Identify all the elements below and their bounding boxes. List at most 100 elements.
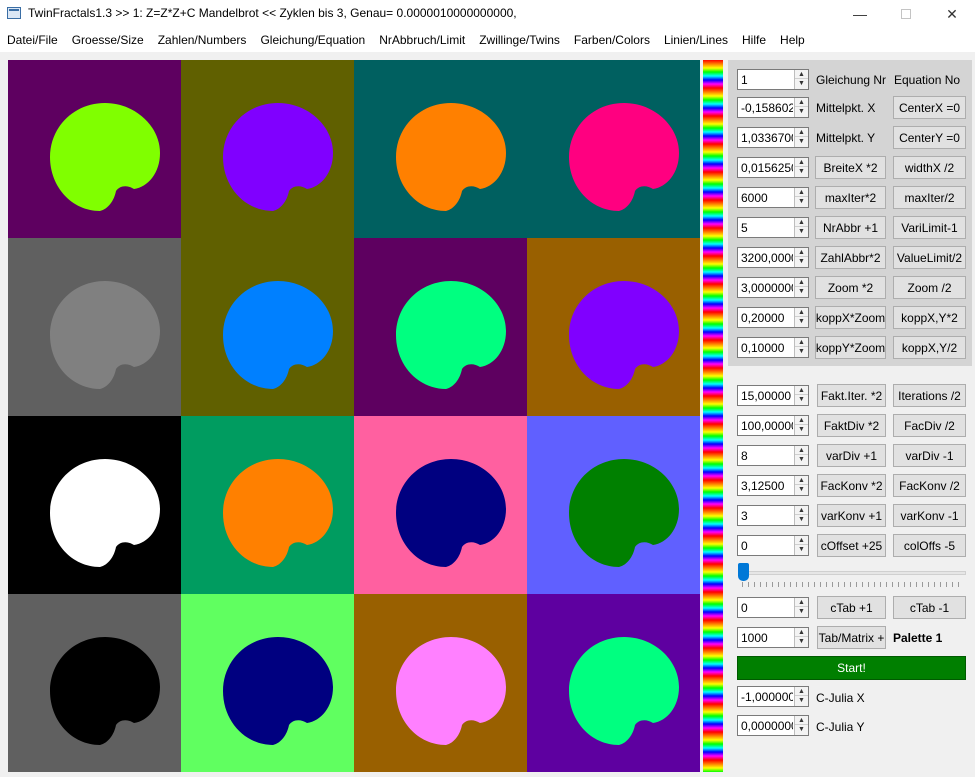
menu-zahlen[interactable]: Zahlen/Numbers — [151, 33, 254, 47]
ctab-minus-button[interactable]: cTab -1 — [893, 596, 966, 619]
decrease-button[interactable]: FacKonv /2 — [893, 474, 966, 497]
decrease-button[interactable]: FacDiv /2 — [893, 414, 966, 437]
close-button[interactable]: ✕ — [929, 0, 975, 28]
spin-up-icon[interactable]: ▲ — [795, 188, 808, 197]
spin-down-icon[interactable]: ▼ — [795, 287, 808, 296]
divide-button[interactable]: CenterX =0 — [893, 96, 966, 119]
spin-up-icon[interactable]: ▲ — [795, 506, 808, 515]
spin-down-icon[interactable]: ▼ — [795, 607, 808, 616]
spin-down-icon[interactable]: ▼ — [795, 257, 808, 266]
menu-datei[interactable]: Datei/File — [0, 33, 65, 47]
spin-up-icon[interactable]: ▲ — [795, 476, 808, 485]
fractal-tile[interactable] — [8, 60, 181, 238]
spin-arrows[interactable]: ▲ ▼ — [794, 158, 808, 177]
divide-button[interactable]: Zoom /2 — [893, 276, 966, 299]
menu-groesse[interactable]: Groesse/Size — [65, 33, 151, 47]
spin-down-icon[interactable]: ▼ — [795, 167, 808, 176]
spin-down-icon[interactable]: ▼ — [795, 79, 808, 88]
fractal-tile[interactable] — [527, 60, 700, 238]
spin-up-icon[interactable]: ▲ — [795, 308, 808, 317]
menu-gleichung[interactable]: Gleichung/Equation — [253, 33, 372, 47]
spin-arrows[interactable]: ▲ ▼ — [794, 506, 808, 525]
increase-button[interactable]: FacKonv *2 — [817, 474, 886, 497]
spin-arrows[interactable]: ▲ ▼ — [794, 188, 808, 207]
spin-down-icon[interactable]: ▼ — [795, 395, 808, 404]
increase-button[interactable]: Fakt.Iter. *2 — [817, 384, 886, 407]
numeric-spinbox[interactable]: 0,20000 ▲ ▼ — [737, 307, 809, 328]
increase-button[interactable]: varDiv +1 — [817, 444, 886, 467]
fractal-tile[interactable] — [527, 594, 700, 772]
spin-up-icon[interactable]: ▲ — [795, 536, 808, 545]
spin-arrows[interactable]: ▲ ▼ — [794, 70, 808, 89]
spin-up-icon[interactable]: ▲ — [795, 416, 808, 425]
increase-button[interactable]: varKonv +1 — [817, 504, 886, 527]
numeric-spinbox[interactable]: -0,158602(▲▼ — [737, 97, 809, 118]
fractal-tile[interactable] — [354, 238, 527, 416]
spin-arrows[interactable]: ▲ ▼ — [794, 278, 808, 297]
spin-up-icon[interactable]: ▲ — [795, 446, 808, 455]
numeric-spinbox[interactable]: 0 ▲ ▼ — [737, 597, 809, 618]
menu-linien[interactable]: Linien/Lines — [657, 33, 735, 47]
spin-up-icon[interactable]: ▲ — [795, 158, 808, 167]
spin-up-icon[interactable]: ▲ — [795, 628, 808, 637]
numeric-spinbox[interactable]: 1000 ▲ ▼ — [737, 627, 809, 648]
spin-down-icon[interactable]: ▼ — [795, 227, 808, 236]
multiply-button[interactable]: ZahlAbbr*2 — [815, 246, 886, 269]
spin-down-icon[interactable]: ▼ — [795, 317, 808, 326]
divide-button[interactable]: widthX /2 — [893, 156, 966, 179]
numeric-spinbox[interactable]: 0,0156250 ▲ ▼ — [737, 157, 809, 178]
multiply-button[interactable]: NrAbbr +1 — [815, 216, 886, 239]
spin-down-icon[interactable]: ▼ — [795, 725, 808, 734]
fractal-tile[interactable] — [527, 238, 700, 416]
decrease-button[interactable]: colOffs -5 — [893, 534, 966, 557]
multiply-button[interactable]: BreiteX *2 — [815, 156, 886, 179]
spin-arrows[interactable]: ▲ ▼ — [794, 446, 808, 465]
decrease-button[interactable]: varKonv -1 — [893, 504, 966, 527]
spin-up-icon[interactable]: ▲ — [795, 98, 808, 107]
spin-arrows[interactable]: ▲ ▼ — [794, 248, 808, 267]
spin-arrows[interactable]: ▲ ▼ — [794, 98, 808, 117]
color-slider-thumb[interactable] — [738, 563, 749, 581]
spin-down-icon[interactable]: ▼ — [795, 485, 808, 494]
divide-button[interactable]: koppX,Y/2 — [893, 336, 966, 359]
numeric-spinbox[interactable]: 3200,0000 ▲ ▼ — [737, 247, 809, 268]
decrease-button[interactable]: Iterations /2 — [893, 384, 966, 407]
numeric-spinbox[interactable]: 0 ▲ ▼ — [737, 535, 809, 556]
spin-up-icon[interactable]: ▲ — [795, 128, 808, 137]
divide-button[interactable]: CenterY =0 — [893, 126, 966, 149]
spin-arrows[interactable]: ▲ ▼ — [794, 218, 808, 237]
menu-farben[interactable]: Farben/Colors — [567, 33, 657, 47]
divide-button[interactable]: ValueLimit/2 — [893, 246, 966, 269]
divide-button[interactable]: koppX,Y*2 — [893, 306, 966, 329]
spin-up-icon[interactable]: ▲ — [795, 386, 808, 395]
multiply-button[interactable]: Zoom *2 — [815, 276, 886, 299]
spin-up-icon[interactable]: ▲ — [795, 716, 808, 725]
fractal-tile[interactable] — [8, 416, 181, 594]
spin-up-icon[interactable]: ▲ — [795, 248, 808, 257]
spin-arrows[interactable]: ▲ ▼ — [794, 598, 808, 617]
spin-down-icon[interactable]: ▼ — [795, 107, 808, 116]
spin-down-icon[interactable]: ▼ — [795, 425, 808, 434]
menu-nrabbruch[interactable]: NrAbbruch/Limit — [372, 33, 472, 47]
spin-up-icon[interactable]: ▲ — [795, 218, 808, 227]
fractal-tile[interactable] — [181, 416, 354, 594]
start-button[interactable]: Start! — [737, 656, 966, 680]
spin-arrows[interactable]: ▲ ▼ — [794, 476, 808, 495]
numeric-spinbox[interactable]: 3,0000000 ▲ ▼ — [737, 277, 809, 298]
fractal-tile[interactable] — [354, 594, 527, 772]
multiply-button[interactable]: maxIter*2 — [815, 186, 886, 209]
spin-arrows[interactable]: ▲ ▼ — [794, 536, 808, 555]
numeric-spinbox[interactable]: 8 ▲ ▼ — [737, 445, 809, 466]
fractal-tile[interactable] — [8, 238, 181, 416]
numeric-spinbox[interactable]: 5 ▲ ▼ — [737, 217, 809, 238]
menu-help[interactable]: Help — [773, 33, 812, 47]
spin-arrows[interactable]: ▲ ▼ — [794, 716, 808, 735]
divide-button[interactable]: VariLimit-1 — [893, 216, 966, 239]
spin-down-icon[interactable]: ▼ — [795, 696, 808, 705]
numeric-spinbox[interactable]: 3 ▲ ▼ — [737, 505, 809, 526]
spin-arrows[interactable]: ▲ ▼ — [794, 128, 808, 147]
numeric-spinbox[interactable]: 15,00000 ▲ ▼ — [737, 385, 809, 406]
spin-down-icon[interactable]: ▼ — [795, 637, 808, 646]
minimize-button[interactable]: — — [837, 0, 883, 28]
color-slider-track[interactable] — [740, 571, 966, 575]
